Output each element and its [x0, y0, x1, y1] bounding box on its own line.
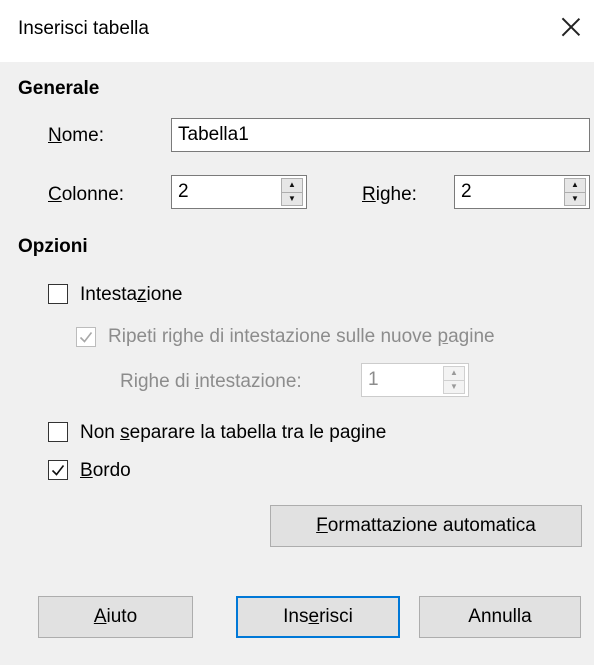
colonne-spin-buttons[interactable]: ▲ ▼: [281, 178, 303, 206]
spin-up-icon[interactable]: ▲: [282, 179, 302, 193]
bordo-label: Bordo: [80, 460, 131, 481]
spin-up-icon[interactable]: ▲: [444, 367, 464, 381]
checkmark-icon: [79, 332, 93, 343]
formattazione-automatica-button[interactable]: Formattazione automatica: [270, 505, 582, 547]
annulla-button[interactable]: Annulla: [419, 596, 581, 638]
colonne-value: 2: [178, 181, 189, 202]
ripeti-righe-label: Ripeti righe di intestazione sulle nuove…: [108, 326, 495, 347]
righe-value: 2: [461, 181, 472, 202]
non-separare-checkbox[interactable]: [48, 422, 68, 442]
righe-label: Righe:: [362, 184, 417, 205]
righe-intestazione-label: Righe di intestazione:: [120, 371, 302, 392]
spin-up-icon[interactable]: ▲: [565, 179, 585, 193]
colonne-spinbox[interactable]: 2 ▲ ▼: [171, 175, 307, 209]
nome-input-value: Tabella1: [178, 124, 249, 145]
righe-spinbox[interactable]: 2 ▲ ▼: [454, 175, 590, 209]
dialog-title: Inserisci tabella: [18, 18, 149, 39]
righe-intestazione-value: 1: [368, 369, 379, 390]
spin-down-icon[interactable]: ▼: [444, 381, 464, 394]
righe-intestazione-spin-buttons[interactable]: ▲ ▼: [443, 366, 465, 394]
righe-spin-buttons[interactable]: ▲ ▼: [564, 178, 586, 206]
spin-down-icon[interactable]: ▼: [282, 193, 302, 206]
intestazione-checkbox[interactable]: [48, 284, 68, 304]
checkmark-icon: [51, 465, 65, 476]
dialog-content: Generale Nome: Tabella1 Colonne: 2 ▲ ▼ R…: [0, 62, 594, 665]
close-icon[interactable]: [556, 12, 586, 42]
nome-label: Nome:: [48, 125, 104, 146]
aiuto-button[interactable]: Aiuto: [38, 596, 193, 638]
non-separare-label: Non separare la tabella tra le pagine: [80, 422, 387, 443]
ripeti-righe-checkbox[interactable]: [76, 327, 96, 347]
righe-intestazione-spinbox[interactable]: 1 ▲ ▼: [361, 363, 469, 397]
section-title-generale: Generale: [18, 78, 100, 99]
bordo-checkbox[interactable]: [48, 460, 68, 480]
inserisci-button[interactable]: Inserisci: [236, 596, 400, 638]
colonne-label: Colonne:: [48, 184, 125, 205]
section-title-opzioni: Opzioni: [18, 236, 88, 257]
intestazione-label: Intestazione: [80, 284, 183, 305]
dialog-titlebar: Inserisci tabella: [0, 0, 594, 62]
spin-down-icon[interactable]: ▼: [565, 193, 585, 206]
nome-input[interactable]: Tabella1: [171, 118, 590, 152]
